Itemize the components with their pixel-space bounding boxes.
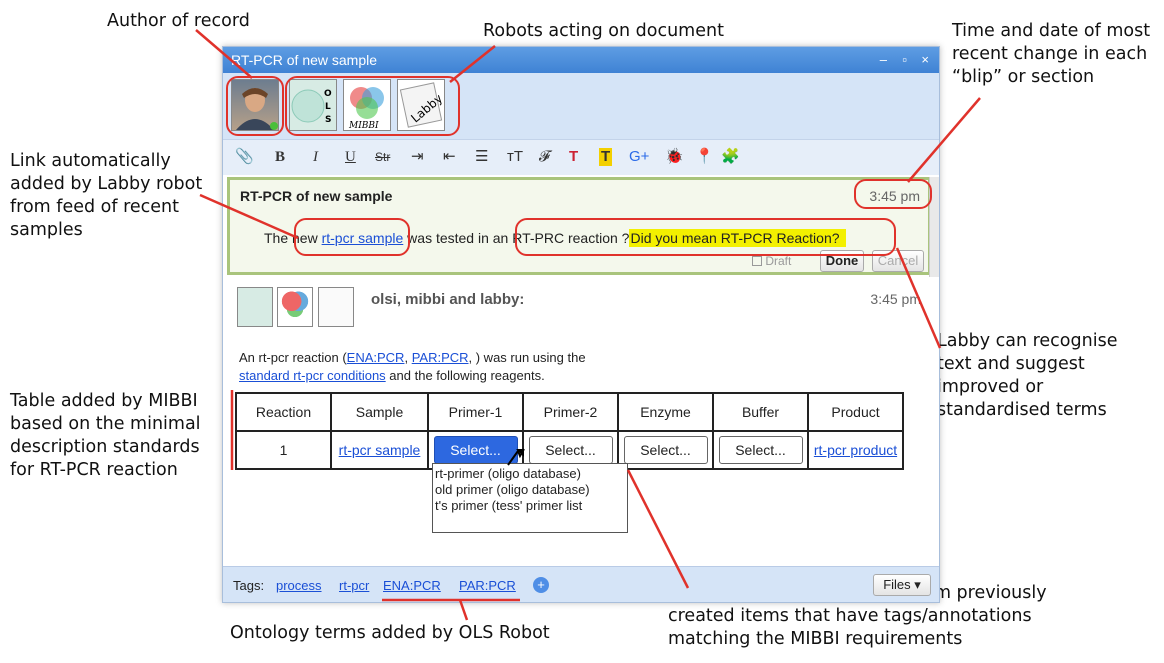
- ontology-pointer: [458, 599, 469, 621]
- time-pointer: [907, 97, 981, 183]
- link-pointer: [199, 193, 299, 240]
- labby-pointer: [895, 247, 942, 349]
- menus-pointer: [626, 469, 690, 589]
- author-pointer: [195, 29, 253, 79]
- annotation-lines: [195, 29, 981, 621]
- robots-pointer: [449, 45, 496, 83]
